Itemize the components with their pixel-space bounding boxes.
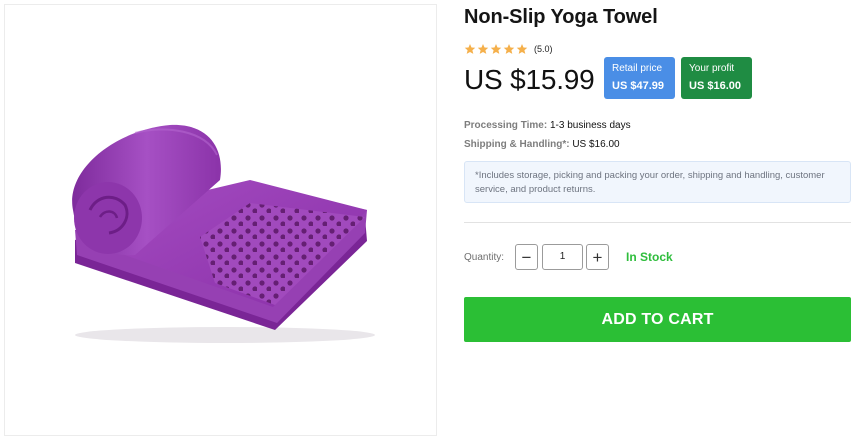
processing-time-label: Processing Time:: [464, 120, 548, 131]
quantity-increment-button[interactable]: +: [586, 244, 609, 270]
shipping-label: Shipping & Handling*:: [464, 139, 570, 150]
star-icon: [477, 43, 489, 55]
product-title: Non-Slip Yoga Towel: [464, 6, 658, 28]
retail-price-value: US $47.99: [612, 80, 664, 92]
processing-time: Processing Time: 1-3 business days: [464, 120, 631, 131]
star-rating: (5.0): [464, 43, 553, 55]
profit-value: US $16.00: [689, 80, 741, 92]
stock-status: In Stock: [626, 250, 673, 264]
profit-label: Your profit: [689, 63, 735, 74]
quantity-label: Quantity:: [464, 252, 505, 263]
shipping-notice: *Includes storage, picking and packing y…: [464, 161, 851, 203]
rating-value: (5.0): [534, 44, 553, 54]
product-image-panel: [4, 4, 437, 436]
star-icon: [516, 43, 528, 55]
processing-time-value: 1-3 business days: [549, 120, 631, 131]
retail-price-badge: Retail price US $47.99: [604, 57, 675, 99]
star-icon: [503, 43, 515, 55]
quantity-input[interactable]: 1: [542, 244, 583, 270]
add-to-cart-button[interactable]: ADD TO CART: [464, 297, 851, 342]
shipping-handling: Shipping & Handling*: US $16.00: [464, 139, 620, 150]
profit-badge: Your profit US $16.00: [681, 57, 752, 99]
star-icon: [464, 43, 476, 55]
yoga-towel-image: [72, 124, 375, 343]
divider: [464, 222, 851, 223]
quantity-decrement-button[interactable]: −: [515, 244, 538, 270]
retail-price-label: Retail price: [612, 63, 663, 74]
star-icon: [490, 43, 502, 55]
shipping-value: US $16.00: [572, 139, 620, 150]
product-price: US $15.99: [464, 64, 595, 95]
